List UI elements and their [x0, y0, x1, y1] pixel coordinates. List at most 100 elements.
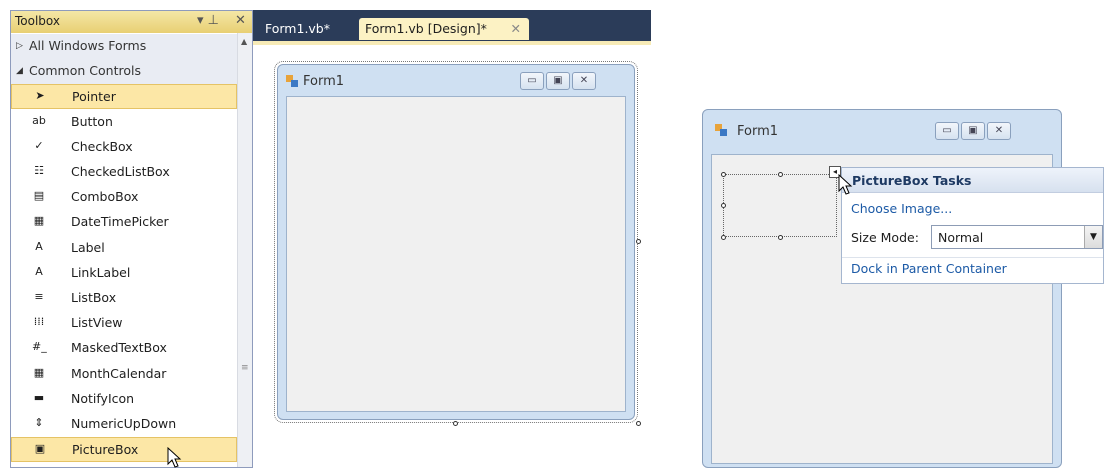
- toolbox-item[interactable]: ▤ ComboBox: [11, 185, 237, 210]
- toolbox-item-label: DateTimePicker: [71, 214, 169, 230]
- expand-arrow-icon[interactable]: ▷: [16, 41, 23, 51]
- resize-handle-right[interactable]: [636, 239, 641, 244]
- form-title: Form1: [303, 74, 345, 89]
- toolbox-item-label: Common Controls: [29, 63, 141, 79]
- toolbox-item-label: CheckedListBox: [71, 164, 170, 179]
- picturebox-tasks-panel: PictureBox Tasks Choose Image... Size Mo…: [841, 167, 1104, 284]
- toolbox-item-label: LinkLabel: [71, 264, 131, 280]
- datetimepicker-icon: ▦: [33, 214, 45, 228]
- resize-handle[interactable]: [721, 203, 726, 208]
- size-mode-select[interactable]: Normal ▼: [931, 225, 1103, 249]
- toolbox-item-label: MonthCalendar: [71, 365, 167, 381]
- tasks-header: PictureBox Tasks: [842, 168, 1103, 193]
- notifyicon-icon: ▬: [33, 390, 45, 404]
- label-icon: A: [35, 239, 43, 253]
- button-icon: ab: [32, 113, 46, 127]
- toolbox-item-label: NumericUpDown: [71, 416, 177, 431]
- toolbox-scrollbar[interactable]: ▲ ≡: [237, 33, 252, 467]
- listview-icon: ⁞⁞⁞: [33, 315, 45, 329]
- toolbox-item[interactable]: ab Button: [11, 110, 237, 135]
- pin-icon[interactable]: ▾ ⊥: [197, 13, 219, 28]
- design-form-window[interactable]: Form1 ▭ ▣ ✕: [274, 61, 638, 423]
- toolbox-item[interactable]: ▦ DateTimePicker: [11, 210, 237, 235]
- minimize-icon[interactable]: ▭: [520, 72, 544, 90]
- size-mode-value: Normal: [938, 230, 984, 245]
- close-icon[interactable]: ✕: [987, 122, 1011, 140]
- close-icon[interactable]: ✕: [572, 72, 596, 90]
- mouse-cursor-icon: [838, 174, 853, 195]
- toolbox-item-label: All Windows Forms: [29, 38, 147, 53]
- toolbox-item-label: ComboBox: [71, 189, 139, 205]
- chevron-down-icon[interactable]: ▼: [1084, 226, 1102, 248]
- resize-handle[interactable]: [721, 235, 726, 240]
- size-mode-label: Size Mode:: [851, 230, 919, 245]
- toolbox-header: Toolbox ▾ ⊥ ✕: [11, 11, 252, 33]
- toolbox-item[interactable]: ⇕ NumericUpDown: [11, 412, 237, 437]
- toolbox-item-label: Label: [71, 239, 105, 255]
- numericupdown-icon: ⇕: [34, 416, 44, 429]
- toolbox-item[interactable]: #_ MaskedTextBox: [11, 336, 237, 361]
- resize-handle-bottom[interactable]: [453, 421, 458, 426]
- form-icon: [715, 124, 727, 136]
- toolbox-panel: Toolbox ▾ ⊥ ✕ ▷ All Windows Forms ◢ Common …: [10, 10, 253, 468]
- toolbox-item-label: Button: [71, 113, 113, 129]
- toolbox-item-label: NotifyIcon: [71, 390, 135, 406]
- toolbox-item-label: ListBox: [71, 290, 117, 305]
- resize-handle[interactable]: [721, 172, 726, 177]
- tab-label: Form1.vb [Design]*: [365, 21, 487, 36]
- toolbox-item[interactable]: ➤ Pointer: [11, 84, 237, 110]
- toolbox-item-label: Pointer: [72, 89, 116, 105]
- tab-close-icon[interactable]: ✕: [511, 18, 521, 40]
- tab-label: Form1.vb*: [265, 21, 330, 36]
- expand-arrow-icon[interactable]: ◢: [16, 66, 23, 76]
- toolbox-item[interactable]: A Label: [11, 236, 237, 261]
- maximize-icon[interactable]: ▣: [961, 122, 985, 140]
- toolbox-item-label: MaskedTextBox: [71, 340, 167, 356]
- toolbox-item[interactable]: ⁞⁞⁞ ListView: [11, 311, 237, 336]
- toolbox-category[interactable]: ▷ All Windows Forms: [11, 34, 237, 59]
- toolbox-category[interactable]: ◢ Common Controls: [11, 59, 237, 85]
- resize-handle-corner[interactable]: [636, 421, 641, 426]
- monthcalendar-icon: ▦: [33, 365, 45, 379]
- form-icon: [286, 75, 298, 87]
- picturebox-icon: ▣: [34, 442, 46, 456]
- checkedlistbox-icon: ☷: [34, 164, 44, 177]
- toolbox-item[interactable]: ▬ NotifyIcon: [11, 387, 237, 412]
- maximize-icon[interactable]: ▣: [546, 72, 570, 90]
- form-title: Form1: [737, 124, 779, 139]
- toolbox-item[interactable]: ☷ CheckedListBox: [11, 160, 237, 185]
- mouse-cursor-icon: [167, 447, 182, 468]
- form-client-area[interactable]: [286, 96, 626, 412]
- divider: [842, 257, 1103, 258]
- toolbox-item[interactable]: ▣ PictureBox: [11, 437, 237, 463]
- checkbox-icon: ✓: [34, 138, 44, 152]
- resize-handle[interactable]: [778, 235, 783, 240]
- minimize-icon[interactable]: ▭: [935, 122, 959, 140]
- resize-handle[interactable]: [778, 172, 783, 177]
- pointer-icon: ➤: [35, 89, 45, 103]
- toolbox-item[interactable]: ✓ CheckBox: [11, 135, 237, 160]
- tasks-title: PictureBox Tasks: [852, 173, 972, 188]
- maskedtextbox-icon: #_: [32, 340, 47, 354]
- tab-form1-code[interactable]: Form1.vb*: [259, 18, 353, 40]
- toolbox-item-label: PictureBox: [72, 442, 139, 458]
- form-window[interactable]: Form1 ▭ ▣ ✕: [702, 109, 1062, 468]
- toolbox-item[interactable]: A LinkLabel: [11, 261, 237, 286]
- window-buttons: ▭ ▣ ✕: [520, 72, 596, 90]
- picturebox-control[interactable]: [723, 174, 837, 237]
- linklabel-icon: A: [35, 264, 43, 278]
- scroll-grip-icon[interactable]: ≡: [241, 363, 249, 373]
- toolbox-item-label: ListView: [71, 315, 123, 331]
- close-icon[interactable]: ✕: [235, 13, 246, 28]
- window-buttons: ▭ ▣ ✕: [935, 122, 1011, 140]
- combobox-icon: ▤: [33, 189, 45, 203]
- toolbox-title: Toolbox: [15, 14, 60, 28]
- tab-form1-design[interactable]: Form1.vb [Design]* ✕: [359, 18, 529, 40]
- toolbox-item[interactable]: ▦ MonthCalendar: [11, 362, 237, 387]
- toolbox-item-label: CheckBox: [71, 138, 133, 154]
- scroll-up-icon[interactable]: ▲: [241, 37, 247, 46]
- listbox-icon: ≡: [34, 290, 44, 303]
- toolbox-item[interactable]: ≡ ListBox: [11, 286, 237, 311]
- dock-in-parent-link[interactable]: Dock in Parent Container: [851, 261, 1007, 276]
- choose-image-link[interactable]: Choose Image...: [851, 201, 952, 216]
